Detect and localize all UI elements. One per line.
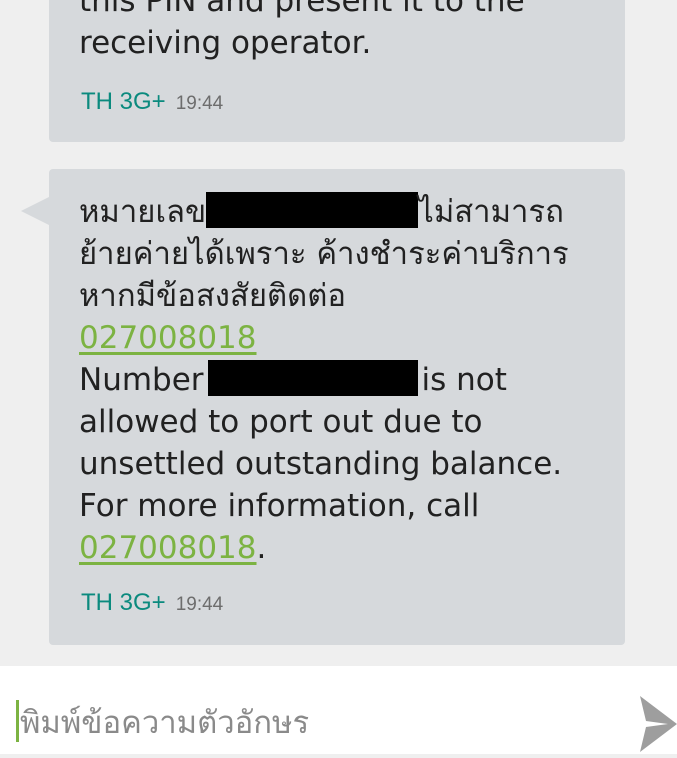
redacted-number xyxy=(207,360,418,396)
message-bubble[interactable]: this PIN and present it to the receiving… xyxy=(49,0,625,142)
message-period: . xyxy=(256,530,267,566)
message-text: หมายเลข ไม่สามารถย้ายค่ายได้เพราะ ค้างชำร… xyxy=(79,169,605,569)
message-input[interactable] xyxy=(20,698,610,748)
send-icon xyxy=(640,696,677,752)
phone-link[interactable]: 027008018 xyxy=(79,320,257,356)
message-time: 19:44 xyxy=(175,594,224,615)
carrier-label: TH 3G+ xyxy=(81,88,166,115)
carrier-label: TH 3G+ xyxy=(81,589,166,616)
message-meta: TH 3G+ 19:44 xyxy=(81,88,223,116)
phone-link[interactable]: 027008018 xyxy=(79,530,257,566)
redacted-number xyxy=(206,192,419,228)
message-en-prefix: Number xyxy=(79,362,204,398)
message-meta: TH 3G+ 19:44 xyxy=(81,589,223,617)
message-text: this PIN and present it to the receiving… xyxy=(79,0,525,61)
message-thread[interactable]: this PIN and present it to the receiving… xyxy=(0,0,677,666)
message-bubble[interactable]: หมายเลข ไม่สามารถย้ายค่ายได้เพราะ ค้างชำร… xyxy=(21,169,625,645)
text-cursor xyxy=(16,700,19,742)
message-time: 19:44 xyxy=(175,93,224,114)
compose-bar xyxy=(0,666,677,754)
bubble-tail xyxy=(21,197,49,225)
message-thai-prefix: หมายเลข xyxy=(79,194,207,230)
send-button[interactable] xyxy=(634,694,677,754)
